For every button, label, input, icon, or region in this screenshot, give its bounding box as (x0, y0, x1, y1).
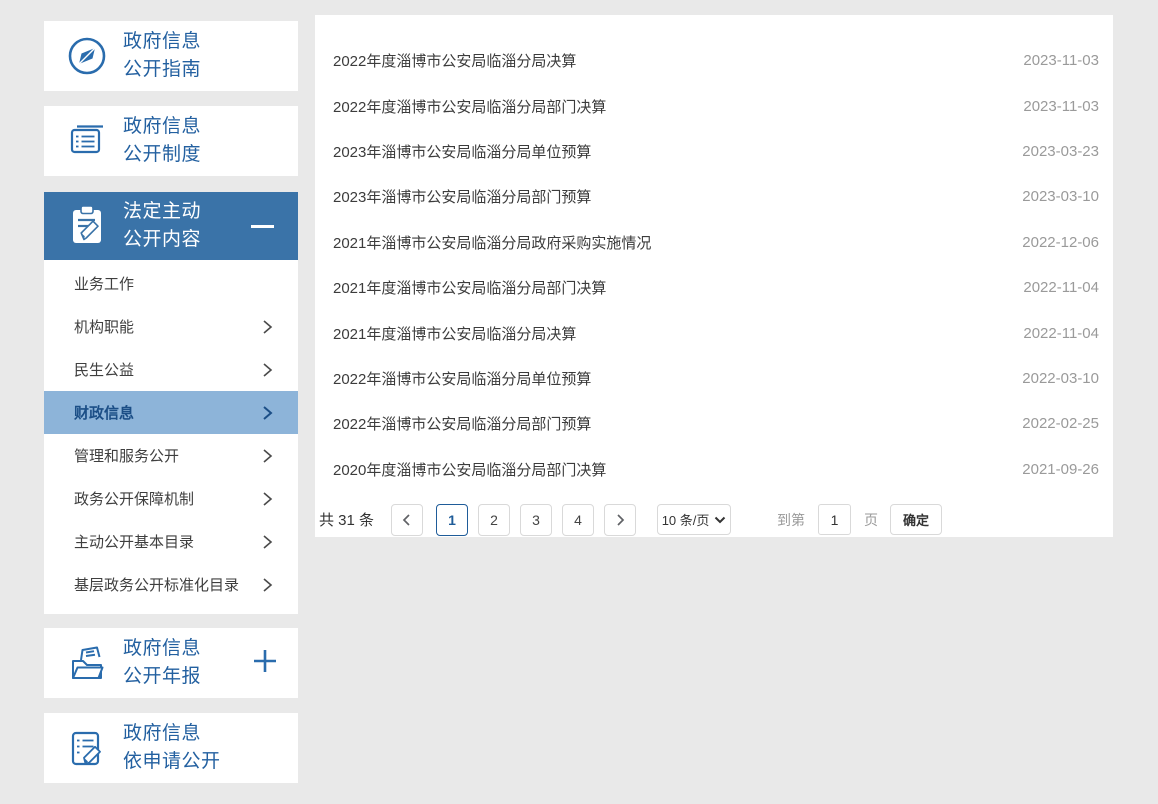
document-date: 2022-02-25 (1022, 415, 1099, 433)
list-item[interactable]: 2022年度淄博市公安局临淄分局决算 2023-11-03 (315, 38, 1113, 83)
submenu-item-basic-catalog[interactable]: 主动公开基本目录 (44, 520, 298, 563)
document-date: 2023-03-23 (1022, 142, 1099, 160)
goto-page-input[interactable] (818, 504, 852, 536)
folder-report-icon (64, 640, 110, 686)
page-button-4[interactable]: 4 (562, 503, 595, 536)
list-item[interactable]: 2021年度淄博市公安局临淄分局部门决算 2022-11-04 (315, 265, 1113, 310)
submenu-item-business[interactable]: 业务工作 (44, 262, 298, 305)
document-title[interactable]: 2022年淄博市公安局临淄分局部门预算 (333, 413, 1002, 434)
chevron-right-icon (260, 533, 274, 551)
pagination: 共 31 条 1 2 3 4 10 条/页 到第 页 确定 (315, 503, 1113, 536)
submenu-label: 管理和服务公开 (74, 448, 180, 465)
goto-page-group: 到第 页 确定 (777, 504, 943, 536)
list-item[interactable]: 2020年度淄博市公安局临淄分局部门决算 2021-09-26 (315, 447, 1113, 492)
list-item[interactable]: 2021年度淄博市公安局临淄分局决算 2022-11-04 (315, 310, 1113, 355)
chevron-right-icon (260, 447, 274, 465)
page-button-1[interactable]: 1 (436, 503, 469, 536)
divider (44, 614, 298, 628)
chevron-right-icon (260, 361, 274, 379)
chevron-left-icon (402, 514, 410, 526)
notebook-icon (64, 118, 110, 164)
collapse-minus-icon[interactable] (251, 224, 274, 228)
page-button-2[interactable]: 2 (478, 503, 511, 536)
list-item[interactable]: 2023年淄博市公安局临淄分局单位预算 2023-03-23 (315, 129, 1113, 174)
sidebar-item-label: 政府信息 依申请公开 (123, 723, 221, 772)
submenu-label: 财政信息 (74, 405, 135, 422)
document-date: 2023-11-03 (1023, 97, 1099, 115)
page-size-select[interactable]: 10 条/页 (657, 504, 732, 536)
confirm-button[interactable]: 确定 (890, 504, 943, 536)
submenu-item-guarantee[interactable]: 政务公开保障机制 (44, 477, 298, 520)
expand-plus-icon[interactable] (252, 648, 278, 679)
submenu-statutory: 业务工作 机构职能 民生公益 财政信息 管理和服务公开 政务公开保障机制 主动公… (44, 260, 298, 614)
document-date: 2023-03-10 (1022, 188, 1099, 206)
prev-page-button[interactable] (391, 503, 424, 536)
sidebar-item-label: 政府信息 公开制度 (123, 116, 202, 165)
list-item[interactable]: 2022年淄博市公安局临淄分局部门预算 2022-02-25 (315, 401, 1113, 446)
submenu-label: 机构职能 (74, 319, 135, 336)
next-page-button[interactable] (604, 503, 637, 536)
submenu-item-management[interactable]: 管理和服务公开 (44, 434, 298, 477)
document-title[interactable]: 2021年度淄博市公安局临淄分局部门决算 (333, 277, 1003, 298)
submenu-label: 基层政务公开标准化目录 (74, 577, 240, 594)
document-title[interactable]: 2023年淄博市公安局临淄分局单位预算 (333, 141, 1002, 162)
sidebar-item-apply-disclosure[interactable]: 政府信息 依申请公开 (44, 713, 298, 783)
sidebar-item-system[interactable]: 政府信息 公开制度 (44, 106, 298, 176)
chevron-right-icon (260, 490, 274, 508)
document-title[interactable]: 2021年度淄博市公安局临淄分局决算 (333, 323, 1003, 344)
document-date: 2022-11-04 (1023, 324, 1099, 342)
submenu-label: 民生公益 (74, 362, 135, 379)
document-pen-icon (64, 725, 110, 771)
divider (44, 91, 298, 106)
divider (44, 698, 298, 713)
sidebar: 政府信息 公开指南 政府信息 公开制度 法定主动 公开内容 业务工作 机构职能 … (44, 21, 298, 783)
sidebar-item-label: 政府信息 公开指南 (123, 31, 202, 80)
total-count: 共 31 条 (319, 512, 375, 530)
chevron-down-icon (715, 516, 726, 524)
chevron-right-icon (260, 318, 274, 336)
document-title[interactable]: 2022年淄博市公安局临淄分局单位预算 (333, 368, 1002, 389)
list-item[interactable]: 2022年淄博市公安局临淄分局单位预算 2022-03-10 (315, 356, 1113, 401)
sidebar-item-statutory[interactable]: 法定主动 公开内容 (44, 192, 298, 260)
divider (44, 176, 298, 192)
chevron-right-icon (260, 576, 274, 594)
document-title[interactable]: 2023年淄博市公安局临淄分局部门预算 (333, 186, 1002, 207)
list-item[interactable]: 2022年度淄博市公安局临淄分局部门决算 2023-11-03 (315, 83, 1113, 128)
submenu-label: 业务工作 (74, 276, 135, 293)
document-date: 2022-11-04 (1023, 279, 1099, 297)
document-date: 2022-03-10 (1022, 369, 1099, 387)
document-list-panel: 2022年度淄博市公安局临淄分局决算 2023-11-03 2022年度淄博市公… (315, 15, 1113, 537)
goto-suffix-label: 页 (864, 511, 879, 528)
sidebar-item-label: 政府信息 公开年报 (123, 638, 202, 687)
compass-icon (64, 33, 110, 79)
document-title[interactable]: 2020年度淄博市公安局临淄分局部门决算 (333, 459, 1002, 480)
document-date: 2022-12-06 (1022, 233, 1099, 251)
document-date: 2023-11-03 (1023, 52, 1099, 70)
chevron-right-icon (617, 514, 625, 526)
submenu-label: 政务公开保障机制 (74, 491, 195, 508)
document-title[interactable]: 2022年度淄博市公安局临淄分局决算 (333, 50, 1003, 71)
list-item[interactable]: 2023年淄博市公安局临淄分局部门预算 2023-03-10 (315, 174, 1113, 219)
submenu-item-grassroots-catalog[interactable]: 基层政务公开标准化目录 (44, 563, 298, 606)
document-title[interactable]: 2022年度淄博市公安局临淄分局部门决算 (333, 96, 1003, 117)
sidebar-item-guide[interactable]: 政府信息 公开指南 (44, 21, 298, 91)
list-item[interactable]: 2021年淄博市公安局临淄分局政府采购实施情况 2022-12-06 (315, 220, 1113, 265)
sidebar-item-label: 法定主动 公开内容 (123, 201, 202, 250)
page-button-3[interactable]: 3 (520, 503, 553, 536)
submenu-item-finance[interactable]: 财政信息 (44, 391, 298, 434)
goto-prefix-label: 到第 (777, 511, 806, 528)
document-title[interactable]: 2021年淄博市公安局临淄分局政府采购实施情况 (333, 232, 1002, 253)
chevron-right-icon (260, 404, 274, 422)
page-size-value: 10 条/页 (661, 513, 710, 529)
sidebar-item-annual-report[interactable]: 政府信息 公开年报 (44, 628, 298, 698)
clipboard-pen-icon (64, 201, 110, 252)
submenu-label: 主动公开基本目录 (74, 534, 195, 551)
document-date: 2021-09-26 (1022, 460, 1099, 478)
submenu-item-functions[interactable]: 机构职能 (44, 305, 298, 348)
submenu-item-welfare[interactable]: 民生公益 (44, 348, 298, 391)
